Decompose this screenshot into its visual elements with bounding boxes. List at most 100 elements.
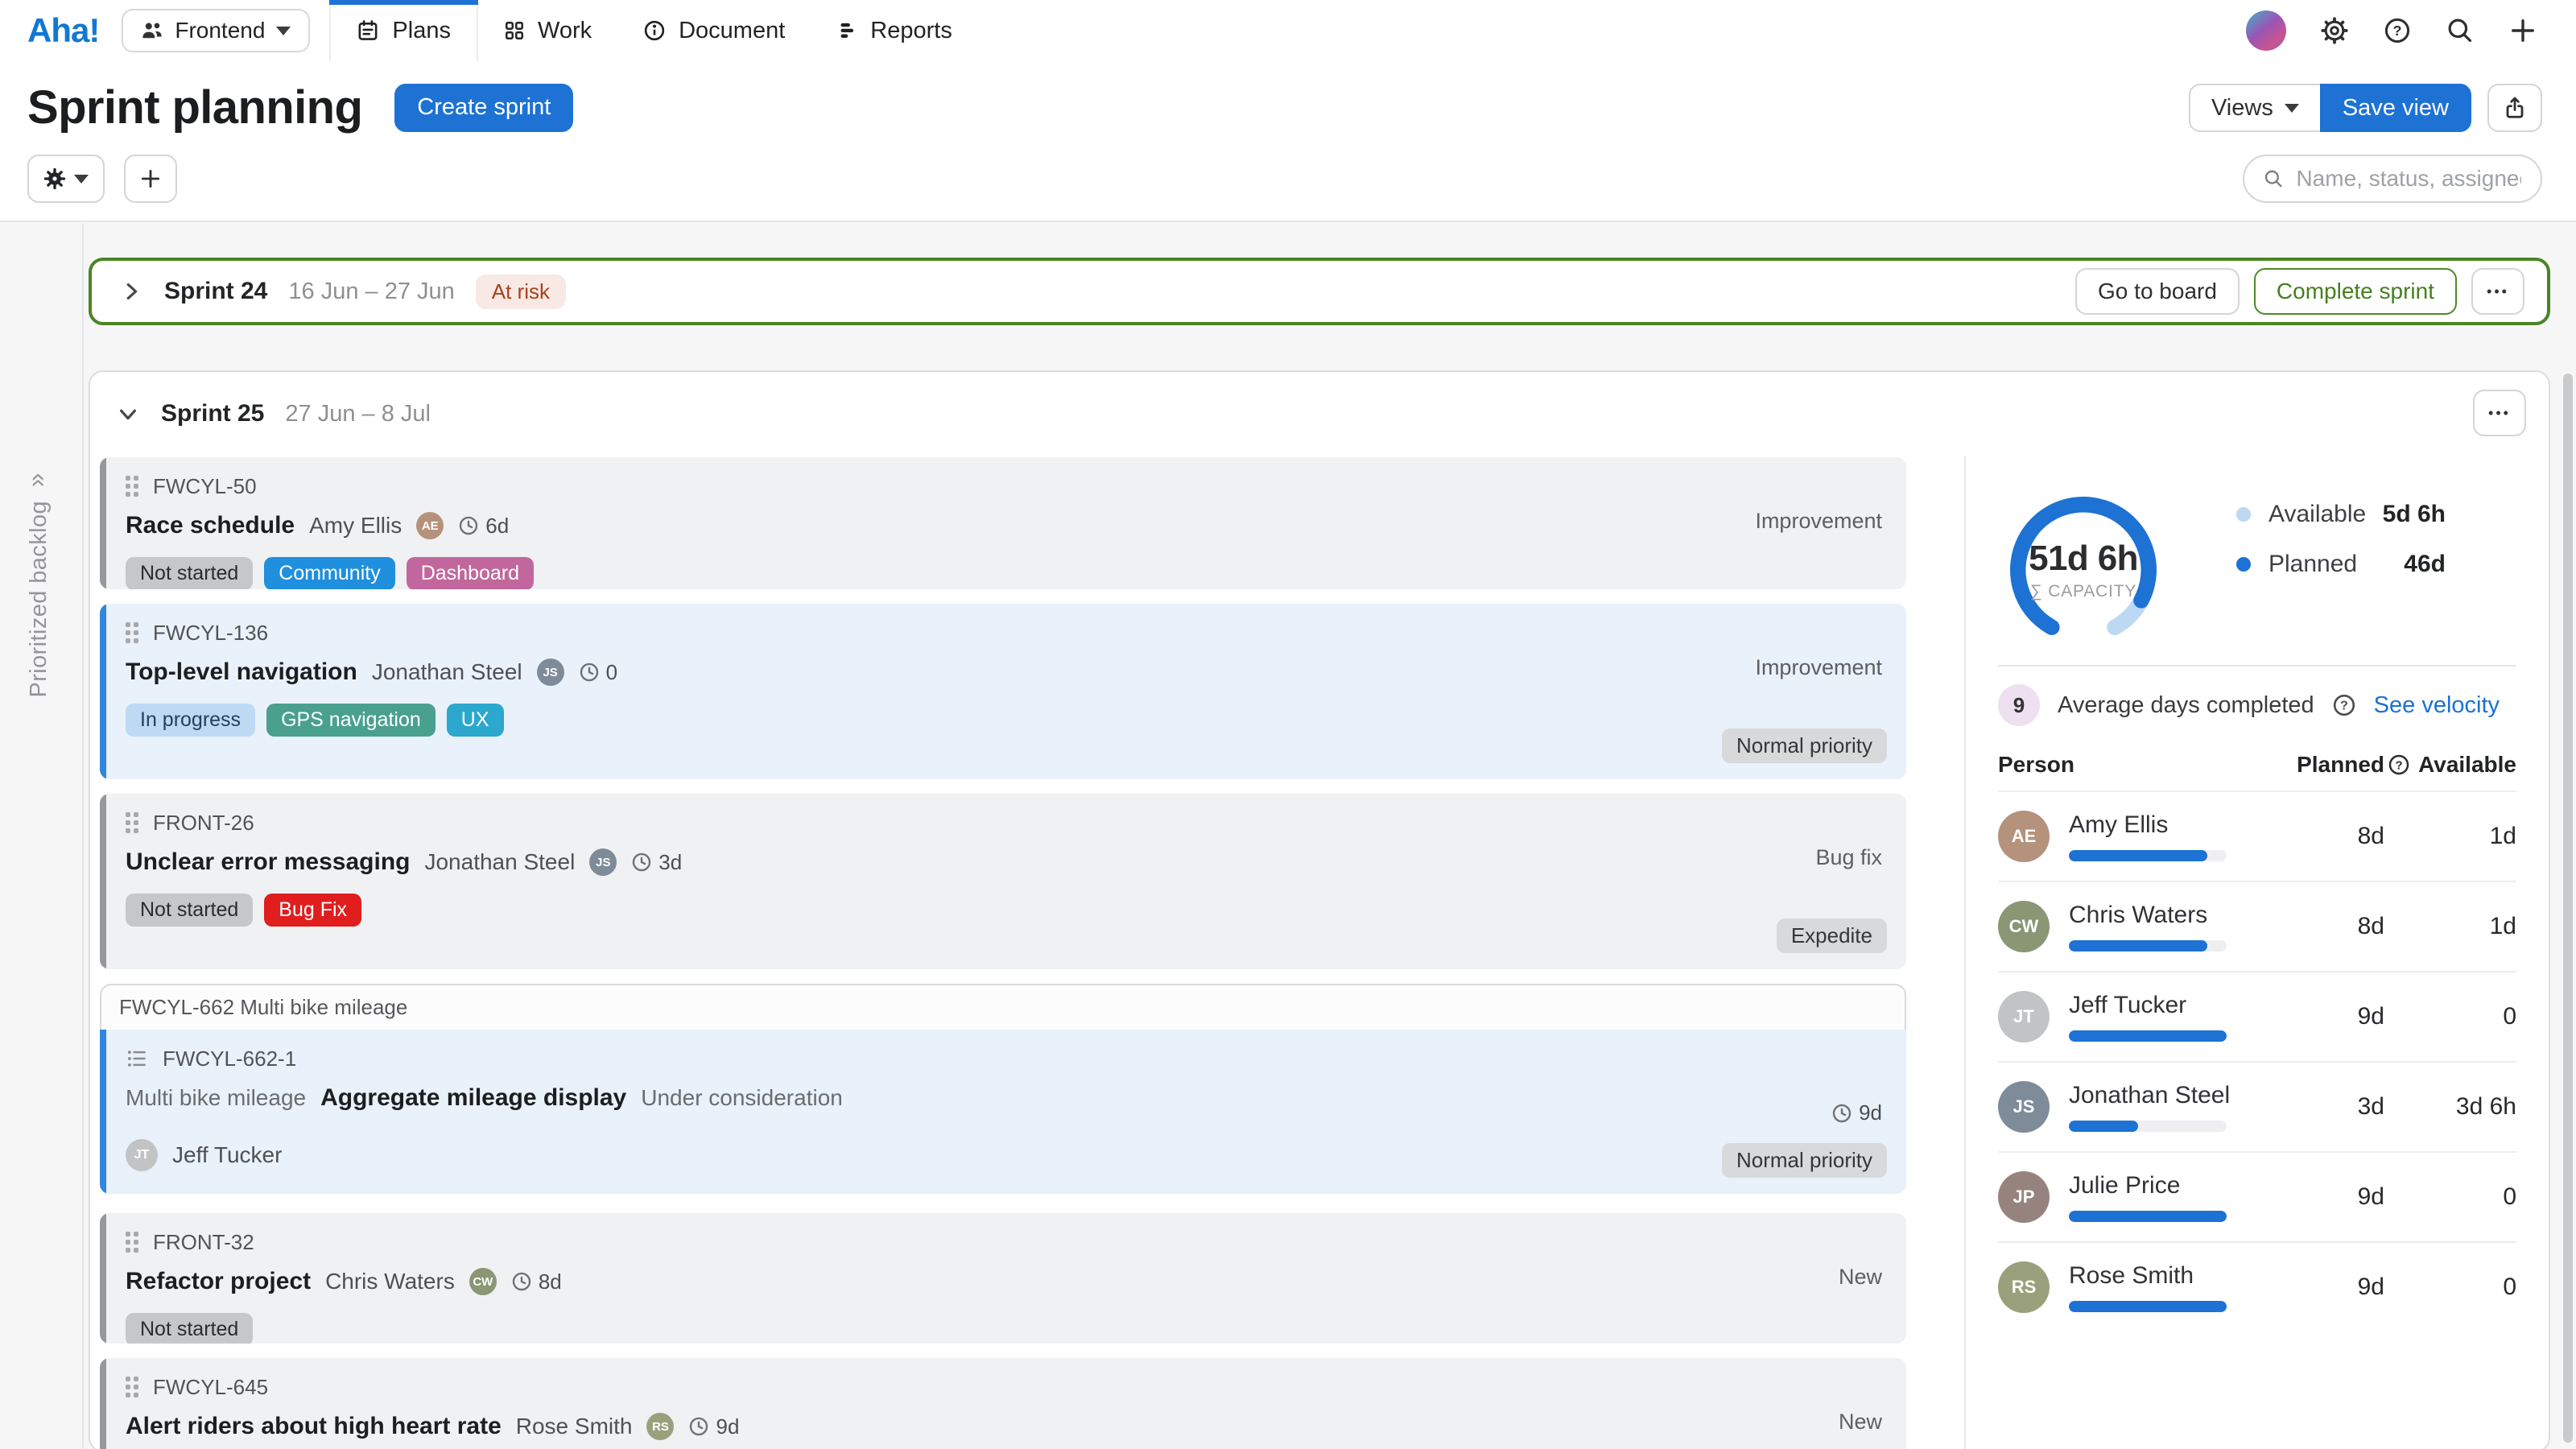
tag[interactable]: UX (447, 704, 504, 737)
record-card[interactable]: FRONT-26 Unclear error messaging Jonatha… (100, 794, 1906, 969)
sprint-cards-list: FWCYL-50 Race schedule Amy Ellis AE 6d N… (90, 456, 1964, 1449)
estimate: 3d (658, 850, 682, 875)
help-icon[interactable]: ? (2332, 693, 2356, 717)
person-name: Amy Ellis (2069, 811, 2227, 839)
backlog-rail[interactable]: » Prioritized backlog (0, 224, 84, 1449)
record-title[interactable]: Race schedule (126, 512, 295, 539)
sprint-name[interactable]: Sprint 24 (164, 278, 267, 305)
record-card[interactable]: FWCYL-645 Alert riders about high heart … (100, 1358, 1906, 1449)
record-type: New (1839, 1265, 1882, 1290)
tab-plans[interactable]: Plans (329, 0, 478, 61)
feature-group-header[interactable]: FWCYL-662 Multi bike mileage (100, 984, 1906, 1030)
capacity-total: 51d 6h (2029, 539, 2138, 579)
chevron-right-icon[interactable] (119, 279, 143, 303)
user-avatar[interactable] (2246, 10, 2286, 51)
help-icon[interactable]: ? (2383, 16, 2412, 45)
col-planned: Planned (2272, 752, 2384, 778)
person-row[interactable]: JS Jonathan Steel 3d 3d 6h (1998, 1061, 2516, 1151)
status-tag[interactable]: Not started (126, 557, 253, 589)
record-card[interactable]: FWCYL-136 Top-level navigation Jonathan … (100, 604, 1906, 779)
tab-document[interactable]: Document (617, 0, 811, 61)
drag-handle-icon[interactable] (126, 622, 138, 643)
assignee-name: Jeff Tucker (172, 1142, 282, 1168)
record-card[interactable]: FRONT-32 Refactor project Chris Waters C… (100, 1213, 1906, 1344)
plus-icon (139, 167, 162, 190)
info-icon (643, 19, 666, 42)
share-button[interactable] (2487, 84, 2542, 132)
planned-value: 8d (2272, 823, 2384, 850)
go-to-board-button[interactable]: Go to board (2075, 268, 2240, 315)
drag-handle-icon[interactable] (126, 812, 138, 833)
record-title[interactable]: Alert riders about high heart rate (126, 1413, 502, 1440)
record-key[interactable]: FWCYL-136 (153, 621, 268, 646)
view-settings-button[interactable] (27, 155, 105, 203)
record-key[interactable]: FWCYL-645 (153, 1375, 268, 1400)
capacity-donut: 51d 6h ∑ CAPACITY (1998, 485, 2169, 655)
avatar: JT (1998, 991, 2050, 1042)
sprint-menu-button[interactable]: ••• (2471, 268, 2524, 315)
person-row[interactable]: RS Rose Smith 9d 0 (1998, 1241, 2516, 1331)
person-row[interactable]: JT Jeff Tucker 9d 0 (1998, 971, 2516, 1061)
person-row[interactable]: CW Chris Waters 8d 1d (1998, 881, 2516, 971)
record-key[interactable]: FRONT-32 (153, 1230, 254, 1255)
drag-handle-icon[interactable] (126, 476, 138, 497)
save-view-button[interactable]: Save view (2320, 84, 2471, 132)
sprint-dates: 16 Jun – 27 Jun (288, 279, 454, 305)
see-velocity-link[interactable]: See velocity (2374, 692, 2500, 719)
status-tag[interactable]: In progress (126, 704, 255, 737)
workspace-label: Frontend (175, 18, 265, 43)
sprint25-header: Sprint 25 27 Jun – 8 Jul ••• (90, 372, 2549, 456)
sprint-name[interactable]: Sprint 25 (161, 400, 264, 427)
record-type: New (1839, 1410, 1882, 1435)
planned-value: 9d (2272, 1274, 2384, 1301)
record-card[interactable]: FWCYL-662-1 Multi bike mileage Aggregate… (100, 1030, 1906, 1194)
status-tag[interactable]: Not started (126, 894, 253, 927)
assignee-avatar: CW (469, 1268, 497, 1295)
complete-sprint-button[interactable]: Complete sprint (2254, 268, 2457, 315)
record-title[interactable]: Refactor project (126, 1268, 311, 1295)
chevron-down-icon[interactable] (116, 402, 140, 426)
tag[interactable]: Community (264, 557, 394, 589)
priority-badge: Normal priority (1722, 1143, 1887, 1178)
estimate: 8d (539, 1269, 562, 1294)
capacity-label: ∑ CAPACITY (2030, 582, 2136, 601)
aha-logo[interactable]: Aha! (0, 0, 122, 61)
record-title[interactable]: Aggregate mileage display (320, 1084, 626, 1112)
record-key[interactable]: FRONT-26 (153, 811, 254, 836)
create-plus-icon[interactable] (2508, 16, 2537, 45)
person-row[interactable]: AE Amy Ellis 8d 1d (1998, 791, 2516, 881)
expand-rail-icon[interactable]: » (21, 473, 51, 488)
clock-icon (458, 515, 479, 536)
nav-right: ? (2246, 0, 2576, 61)
filter-search-input[interactable] (2296, 166, 2521, 192)
create-sprint-button[interactable]: Create sprint (394, 84, 573, 132)
record-title[interactable]: Unclear error messaging (126, 848, 410, 876)
record-card[interactable]: FWCYL-50 Race schedule Amy Ellis AE 6d N… (100, 457, 1906, 589)
sprint-menu-button[interactable]: ••• (2473, 390, 2526, 436)
record-key[interactable]: FWCYL-50 (153, 474, 257, 499)
clock-icon (511, 1271, 532, 1292)
person-row[interactable]: JP Julie Price 9d 0 (1998, 1151, 2516, 1241)
people-icon (141, 19, 163, 42)
tab-reports[interactable]: Reports (811, 0, 978, 61)
help-icon[interactable]: ? (2388, 753, 2410, 776)
tag[interactable]: GPS navigation (266, 704, 436, 737)
record-key[interactable]: FWCYL-662-1 (163, 1046, 296, 1071)
tab-work[interactable]: Work (478, 0, 617, 61)
settings-gear-icon[interactable] (2320, 16, 2349, 45)
page-header: Sprint planning Create sprint Views Save… (0, 61, 2576, 222)
tag[interactable]: Bug Fix (264, 894, 361, 927)
search-icon[interactable] (2446, 16, 2475, 45)
drag-handle-icon[interactable] (126, 1377, 138, 1397)
drag-handle-icon[interactable] (126, 1232, 138, 1253)
add-row-button[interactable] (124, 155, 177, 203)
capacity-legend: Available 5d 6h Planned 46d (2236, 501, 2446, 655)
page-scrollbar[interactable] (2563, 374, 2573, 1443)
views-button[interactable]: Views (2189, 84, 2322, 132)
record-type: Bug fix (1815, 845, 1882, 870)
record-title[interactable]: Top-level navigation (126, 658, 357, 686)
status-tag[interactable]: Not started (126, 1313, 253, 1344)
tag[interactable]: Dashboard (407, 557, 534, 589)
chevron-down-icon (276, 27, 291, 35)
workspace-switcher[interactable]: Frontend (122, 9, 310, 52)
